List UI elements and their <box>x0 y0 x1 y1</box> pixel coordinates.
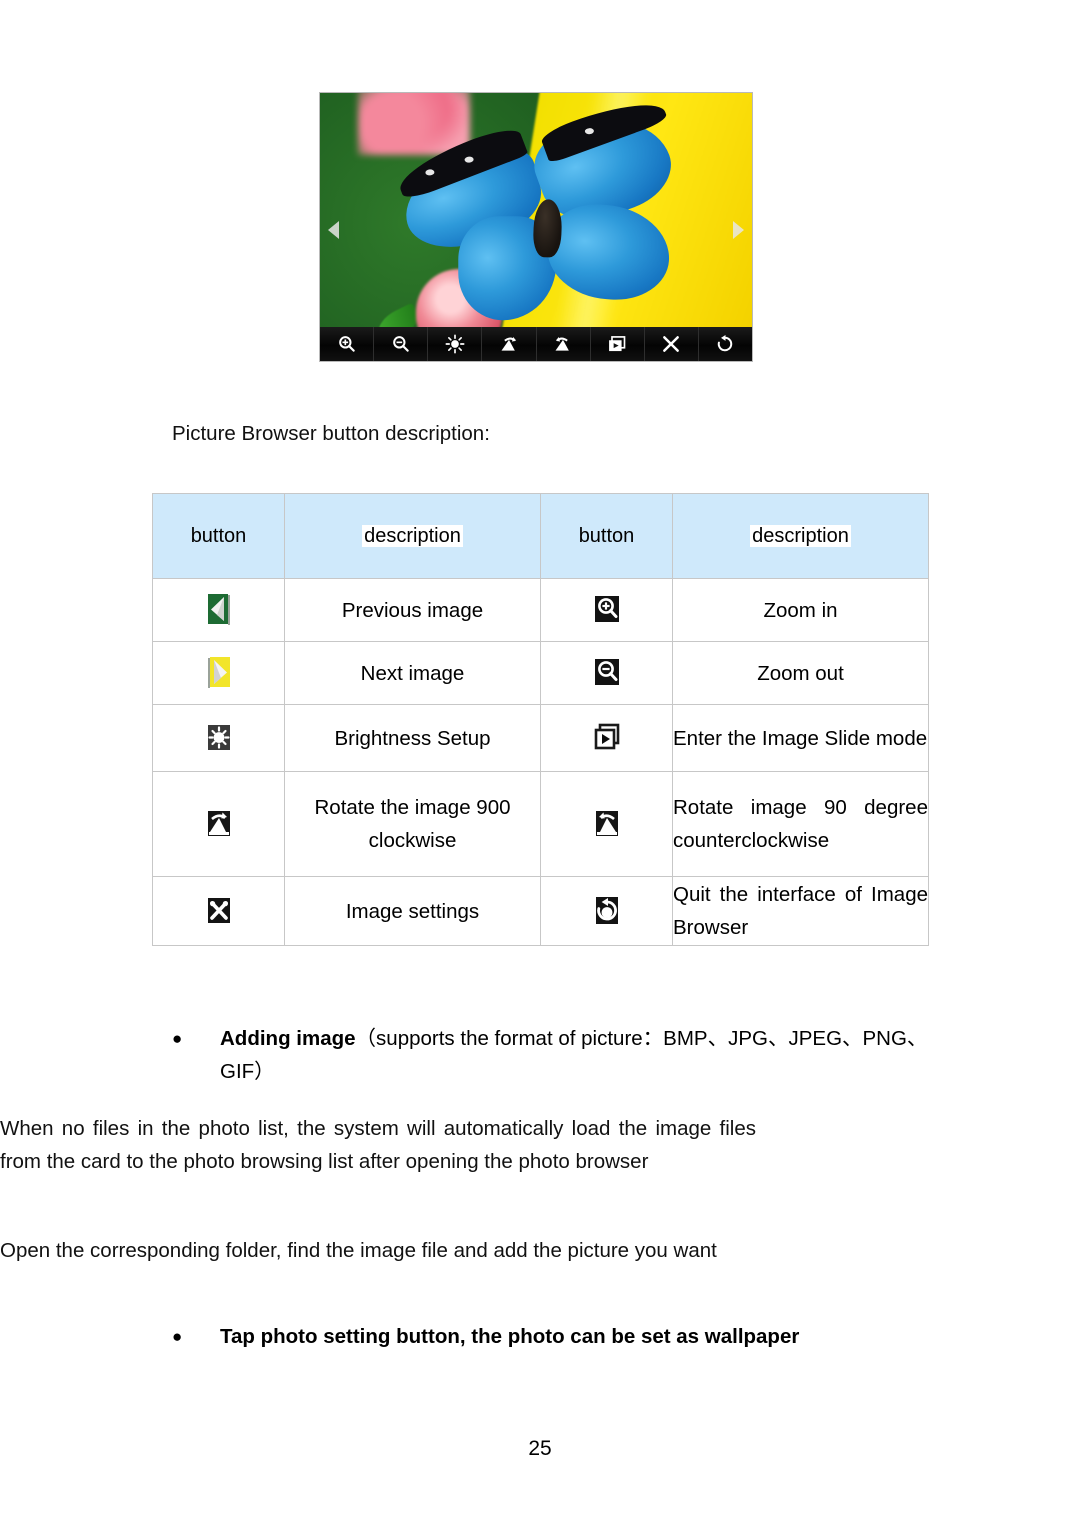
previous-image-icon <box>204 592 234 628</box>
rotate-ccw-icon <box>555 337 569 351</box>
bullet-adding-image-text: Adding image（supports the format of pict… <box>220 1022 928 1088</box>
toolbar-rotate-ccw-button[interactable] <box>537 327 591 361</box>
cell-brightness-setup-icon <box>152 704 285 772</box>
cell-previous-image-desc: Previous image <box>284 578 541 642</box>
page-number: 25 <box>528 1437 552 1460</box>
cell-quit-browser-desc: Quit the interface of Image Browser <box>672 876 929 946</box>
bullet-tap-photo-setting-text: Tap photo setting button, the photo can … <box>220 1325 800 1348</box>
toolbar-settings-button[interactable] <box>645 327 699 361</box>
bullet-marker: ● <box>172 1327 183 1346</box>
quit-icon <box>718 335 733 352</box>
header-description-right: description <box>672 493 929 579</box>
table-row: Brightness Setup Enter the Image Slide m… <box>152 704 929 772</box>
cell-next-image-icon <box>152 641 285 705</box>
table-row: Next image Zoom out <box>152 641 929 705</box>
brightness-icon <box>445 334 465 354</box>
zoom-out-icon <box>592 655 622 691</box>
blue-butterfly <box>388 93 702 329</box>
cell-rotate-counterclockwise-desc: Rotate image 90 degree counterclockwise <box>672 771 929 877</box>
bullet-adding-image: ● Adding image（supports the format of pi… <box>172 1022 928 1088</box>
toolbar-slideshow-button[interactable] <box>591 327 645 361</box>
picture-browser-figure <box>319 92 753 362</box>
cell-zoom-out-desc: Zoom out <box>672 641 929 705</box>
cell-image-slide-icon <box>540 704 673 772</box>
device-screen <box>319 92 753 362</box>
settings-icon <box>663 336 680 352</box>
cell-rotate-clockwise-desc: Rotate the image 900 clockwise <box>284 771 541 877</box>
zoom-in-icon <box>592 592 622 628</box>
image-slide-icon <box>592 720 622 756</box>
header-button-left: button <box>152 493 285 579</box>
cell-rotate-counterclockwise-icon <box>540 771 673 877</box>
table-row: Previous image Zoom in <box>152 578 929 642</box>
rotate-clockwise-icon <box>204 806 234 842</box>
cell-rotate-clockwise-icon <box>152 771 285 877</box>
butterfly-body <box>532 199 563 259</box>
picture-browser-button-table: button description button description Pr… <box>152 493 929 946</box>
cell-next-image-desc: Next image <box>284 641 541 705</box>
zoom-out-icon <box>392 336 409 352</box>
photo-area <box>320 93 752 329</box>
bullet-adding-image-bold: Adding image <box>220 1027 356 1050</box>
cell-quit-browser-icon <box>540 876 673 946</box>
zoom-in-icon <box>338 336 355 352</box>
cell-image-settings-desc: Image settings <box>284 876 541 946</box>
toolbar-zoom-out-button[interactable] <box>374 327 429 361</box>
rotate-cw-icon <box>501 337 517 351</box>
brightness-setup-icon <box>204 720 234 756</box>
toolbar-brightness-button[interactable] <box>428 327 483 361</box>
table-row: Rotate the image 900 clockwise Rotate im… <box>152 771 929 877</box>
header-button-right: button <box>540 493 673 579</box>
cell-zoom-in-desc: Zoom in <box>672 578 929 642</box>
toolbar-rotate-cw-button[interactable] <box>482 327 537 361</box>
toolbar-quit-button[interactable] <box>699 327 752 361</box>
table-row: Image settings Quit the interface of Ima… <box>152 876 929 946</box>
cell-zoom-in-icon <box>540 578 673 642</box>
paragraph-open-folder: Open the corresponding folder, find the … <box>0 1239 717 1262</box>
paragraph-auto-load: When no files in the photo list, the sys… <box>0 1117 756 1173</box>
wing-lower-right <box>543 201 673 304</box>
cell-brightness-setup-desc: Brightness Setup <box>284 704 541 772</box>
triangle-right-icon[interactable] <box>733 221 744 239</box>
rotate-counterclockwise-icon <box>592 806 622 842</box>
cell-image-slide-desc: Enter the Image Slide mode <box>672 704 929 772</box>
image-settings-icon <box>204 893 234 929</box>
page-caption: Picture Browser button description: <box>172 422 490 445</box>
header-description-left: description <box>284 493 541 579</box>
toolbar-zoom-in-button[interactable] <box>320 327 375 361</box>
bullet-marker: ● <box>172 1029 183 1048</box>
bullet-tap-photo-setting: ● Tap photo setting button, the photo ca… <box>172 1320 928 1353</box>
quit-browser-icon <box>592 893 622 929</box>
slideshow-icon <box>609 336 626 352</box>
cell-previous-image-icon <box>152 578 285 642</box>
next-image-icon <box>204 655 234 691</box>
picture-browser-toolbar <box>320 327 752 361</box>
cell-image-settings-icon <box>152 876 285 946</box>
table-header-row: button description button description <box>152 493 929 579</box>
cell-zoom-out-icon <box>540 641 673 705</box>
triangle-left-icon[interactable] <box>328 221 339 239</box>
